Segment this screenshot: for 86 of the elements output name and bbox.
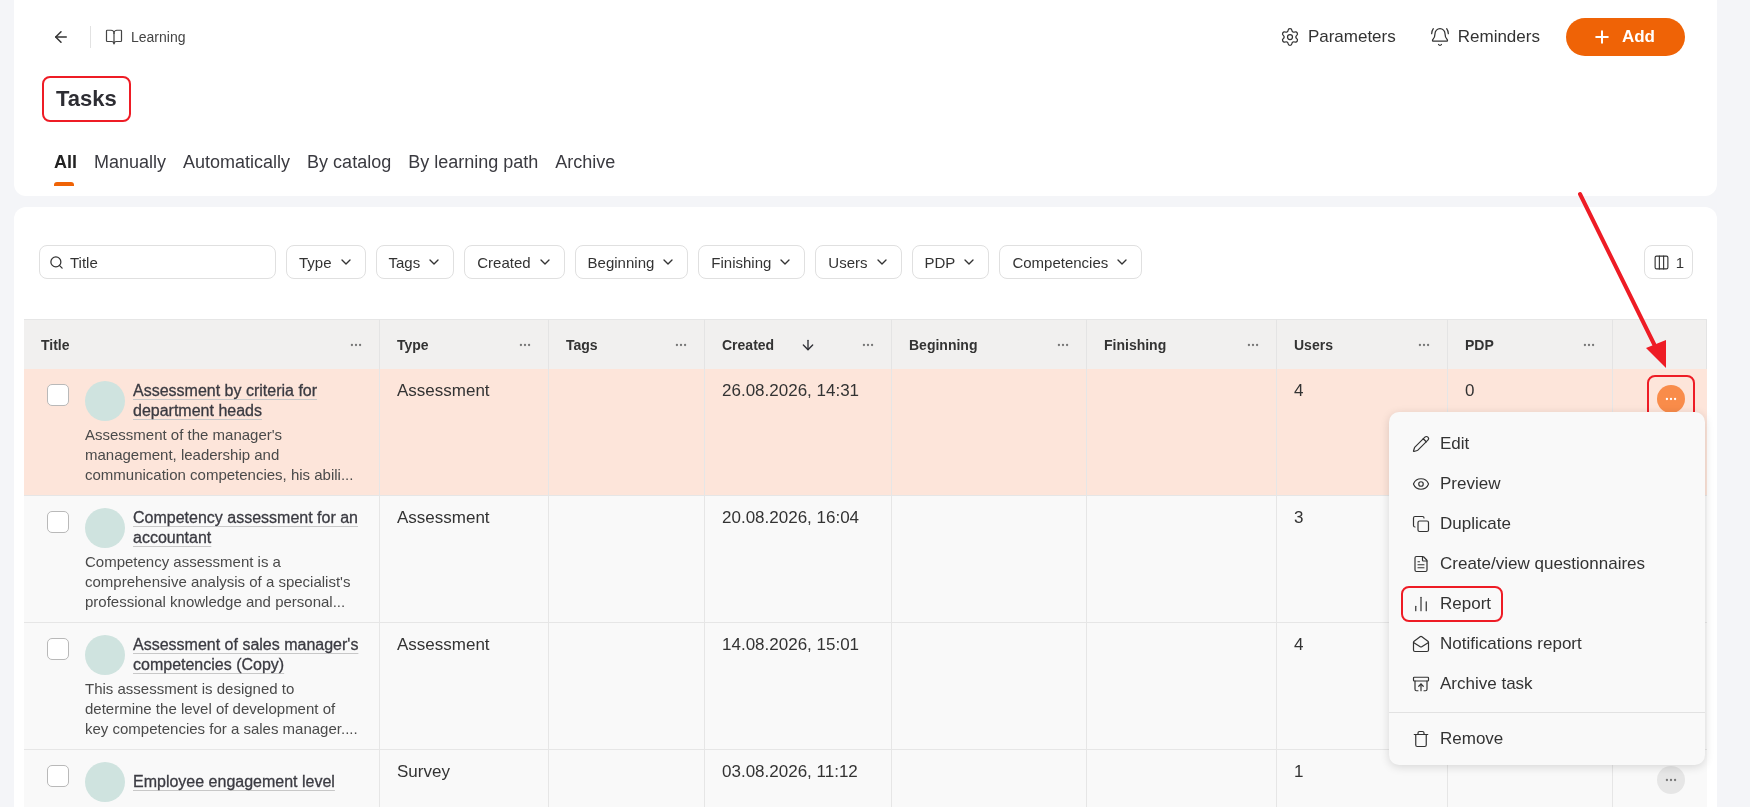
column-title: Tags <box>566 336 598 353</box>
bar-chart-icon <box>1412 595 1430 613</box>
menu-item[interactable]: Remove <box>1401 721 1516 757</box>
task-title-link[interactable]: Assessment of sales manager's competencies (Copy) <box>133 635 363 675</box>
column-title: PDP <box>1465 336 1494 353</box>
type-text: Survey <box>397 762 450 781</box>
task-title-link[interactable]: Assessment by criteria for department heads <box>133 381 363 421</box>
column-title: Type <box>397 336 429 353</box>
type-text: Assessment <box>397 508 490 527</box>
menu-item[interactable]: Edit <box>1401 426 1482 462</box>
checkbox[interactable] <box>47 384 69 406</box>
menu-item[interactable]: Create/view questionnaires <box>1401 546 1658 582</box>
checkbox[interactable] <box>47 638 69 660</box>
checkbox[interactable] <box>47 511 69 533</box>
column-header[interactable]: Title <box>24 319 380 369</box>
column-title: Title <box>41 336 70 353</box>
column-header[interactable]: Users <box>1277 319 1448 369</box>
column-header[interactable]: PDP <box>1448 319 1613 369</box>
filter-dropdown[interactable]: Tags <box>375 245 455 279</box>
checkbox[interactable] <box>47 765 69 787</box>
pdp-count: 0 <box>1465 381 1475 400</box>
type-text: Assessment <box>397 635 490 654</box>
date-text: 03.08.2026, 11:12 <box>722 762 858 781</box>
columns-button[interactable]: 1 <box>1643 245 1693 279</box>
column-title: Beginning <box>909 336 978 353</box>
thumbnail-placeholder <box>85 762 125 802</box>
menu-item[interactable]: Report <box>1401 586 1504 622</box>
column-title: Users <box>1294 336 1333 353</box>
filter-dropdown[interactable]: Users <box>815 245 902 279</box>
column-header[interactable]: Type <box>380 319 549 369</box>
filter-dropdown[interactable]: Finishing <box>698 245 806 279</box>
tab[interactable]: By learning path <box>408 152 539 186</box>
filter-dropdown[interactable]: Competencies <box>999 245 1143 279</box>
filter-dropdown[interactable]: Type <box>286 245 366 279</box>
tab[interactable]: Automatically <box>183 152 291 186</box>
reminders-button[interactable]: Reminders <box>1429 27 1540 47</box>
tab[interactable]: Manually <box>94 152 167 186</box>
eye-icon <box>1412 475 1430 493</box>
pencil-icon <box>1412 435 1430 453</box>
archive-icon <box>1412 675 1430 693</box>
page-title: Tasks <box>42 76 131 122</box>
users-count: 3 <box>1294 508 1304 527</box>
column-header[interactable]: Tags <box>549 319 705 369</box>
menu-item[interactable]: Preview <box>1401 466 1513 502</box>
date-text: 14.08.2026, 15:01 <box>722 635 860 654</box>
search-icon <box>49 255 64 270</box>
column-title: Created <box>722 336 775 353</box>
row-actions-button[interactable] <box>1657 385 1685 413</box>
parameters-button[interactable]: Parameters <box>1279 27 1396 47</box>
trash-icon <box>1412 730 1430 748</box>
menu-item[interactable]: Duplicate <box>1401 506 1523 542</box>
search-field[interactable]: Title <box>39 245 276 279</box>
filter-dropdown[interactable]: Created <box>464 245 565 279</box>
thumbnail-placeholder <box>85 508 125 548</box>
breadcrumb-link[interactable]: Learning <box>105 28 186 46</box>
bell-icon <box>1429 27 1450 47</box>
filter-dropdown[interactable]: Beginning <box>574 245 689 279</box>
task-title-link[interactable]: Competency assessment for an accountant <box>133 508 363 548</box>
users-count: 4 <box>1294 381 1304 400</box>
column-header[interactable]: Finishing <box>1087 319 1277 369</box>
type-text: Assessment <box>397 381 490 400</box>
filter-dropdown[interactable]: PDP <box>911 245 990 279</box>
task-description: Assessment of the manager's management, leadership and communication competencies, his abili... <box>85 425 355 485</box>
tab[interactable]: Archive <box>555 152 616 186</box>
column-header[interactable]: Created <box>705 319 892 369</box>
tab[interactable]: All <box>54 152 77 186</box>
users-count: 1 <box>1294 762 1304 781</box>
task-description: This assessment is designed to determine the level of development of key competencies for a sales manager.... <box>85 679 359 739</box>
settings-icon <box>1279 27 1300 47</box>
menu-item[interactable]: Archive task <box>1401 666 1545 702</box>
task-description: Competency assessment is a comprehensive analysis of a specialist's professional knowledge and personal... <box>85 552 352 612</box>
copy-icon <box>1412 515 1430 533</box>
thumbnail-placeholder <box>85 381 125 421</box>
thumbnail-placeholder <box>85 635 125 675</box>
document-icon <box>1412 555 1430 573</box>
tab[interactable]: By catalog <box>307 152 392 186</box>
menu-item[interactable]: Notifications report <box>1401 626 1594 662</box>
columns-icon <box>1652 253 1670 271</box>
column-header[interactable]: Beginning <box>892 319 1087 369</box>
date-text: 26.08.2026, 14:31 <box>722 381 860 400</box>
envelope-icon <box>1412 635 1430 653</box>
column-title: Finishing <box>1104 336 1167 353</box>
date-text: 20.08.2026, 16:04 <box>722 508 860 527</box>
book-icon <box>105 28 123 46</box>
users-count: 4 <box>1294 635 1304 654</box>
task-title-link[interactable]: Employee engagement level <box>133 762 363 792</box>
